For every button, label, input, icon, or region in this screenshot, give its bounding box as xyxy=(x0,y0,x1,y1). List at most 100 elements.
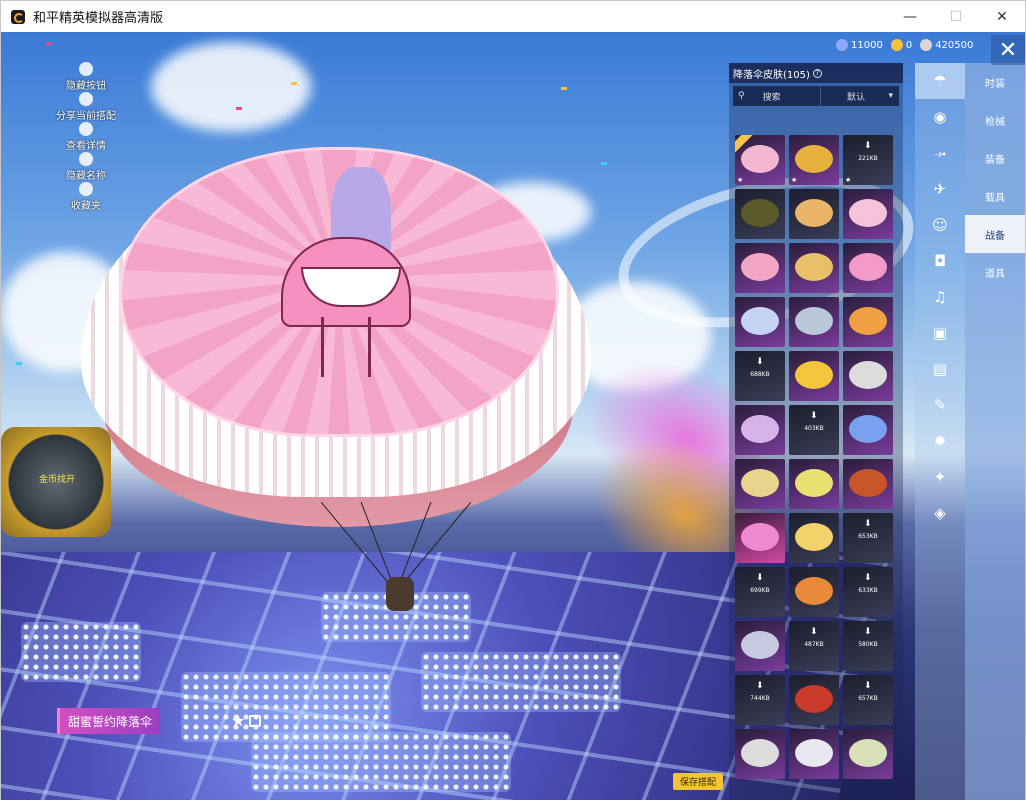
view-details-item[interactable]: 查看详情 xyxy=(51,122,121,152)
currency-shield: 420500 xyxy=(920,39,973,51)
sound-icon[interactable]: ♫ xyxy=(915,279,965,315)
close-icon[interactable]: ✕ xyxy=(991,35,1025,65)
skin-item[interactable] xyxy=(843,459,893,509)
skin-item[interactable] xyxy=(843,729,893,779)
skin-item[interactable] xyxy=(735,297,785,347)
skin-item[interactable] xyxy=(789,459,839,509)
skin-item[interactable]: ⬇ 653KB xyxy=(843,513,893,563)
parachute-thumbnail xyxy=(795,685,833,713)
export-icon[interactable] xyxy=(249,714,262,727)
tab-5[interactable]: 道具 xyxy=(965,253,1025,291)
view-details-label: 查看详情 xyxy=(66,141,106,152)
eye-icon[interactable]: ◉ xyxy=(915,99,965,135)
favorite-controls: ★ xyxy=(231,711,262,730)
search-row: ⚲ 搜索 默认 ▾ xyxy=(733,86,899,106)
help-icon[interactable]: ? xyxy=(812,68,822,78)
parachute-thumbnail xyxy=(849,739,887,767)
hide-buttons-item[interactable]: 隐藏按钮 xyxy=(51,62,121,92)
favorites-icon xyxy=(79,182,93,196)
skin-item[interactable] xyxy=(735,189,785,239)
tab-3[interactable]: 载具 xyxy=(965,177,1025,215)
coin-icon xyxy=(836,39,848,51)
skin-item[interactable]: ★ xyxy=(735,135,785,185)
skin-item[interactable] xyxy=(843,405,893,455)
skin-item[interactable] xyxy=(789,351,839,401)
hide-name-item[interactable]: 隐藏名称 xyxy=(51,152,121,182)
skin-item[interactable] xyxy=(735,513,785,563)
skin-item[interactable] xyxy=(789,567,839,617)
maximize-button[interactable]: ☐ xyxy=(933,1,979,32)
skin-item[interactable]: ⬇ 221KB ★ xyxy=(843,135,893,185)
skin-item[interactable] xyxy=(789,729,839,779)
gem-icon xyxy=(890,39,903,51)
robot-icon[interactable]: ◘ xyxy=(915,243,965,279)
window-title: 和平精英模拟器高清版 xyxy=(33,11,164,26)
skin-item[interactable] xyxy=(789,675,839,725)
tab-2[interactable]: 装备 xyxy=(965,139,1025,177)
glider-icon[interactable]: ⤞ xyxy=(915,135,965,171)
parachute-thumbnail xyxy=(795,307,833,335)
skin-item[interactable] xyxy=(789,243,839,293)
skin-item[interactable]: ⬇ 688KB xyxy=(735,351,785,401)
skin-item[interactable] xyxy=(789,513,839,563)
character-backpack xyxy=(386,577,414,611)
tab-1[interactable]: 枪械 xyxy=(965,101,1025,139)
skin-item[interactable] xyxy=(843,243,893,293)
plane-icon[interactable]: ✈ xyxy=(915,171,965,207)
skin-item[interactable] xyxy=(843,189,893,239)
download-size: 699KB xyxy=(750,587,770,594)
parachute-thumbnail xyxy=(795,253,833,281)
tab-0[interactable]: 时装 xyxy=(965,63,1025,101)
skin-item[interactable] xyxy=(789,297,839,347)
skin-item[interactable]: ★ xyxy=(789,135,839,185)
skin-item[interactable] xyxy=(735,405,785,455)
skin-item[interactable] xyxy=(789,189,839,239)
skin-item[interactable] xyxy=(843,351,893,401)
vehicle-icon[interactable]: ◈ xyxy=(915,495,965,531)
skin-item[interactable]: ⬇ 403KB xyxy=(789,405,839,455)
skin-item[interactable] xyxy=(735,243,785,293)
title-bar[interactable]: 和平精英模拟器高清版 — ☐ ✕ xyxy=(1,1,1025,32)
favorites-item[interactable]: 收藏夹 xyxy=(51,182,121,212)
tag-icon xyxy=(79,152,93,166)
skin-item[interactable]: ⬇ 657KB xyxy=(843,675,893,725)
download-size: 744KB xyxy=(750,695,770,702)
share-outfit-item[interactable]: 分享当前搭配 xyxy=(51,92,121,122)
star-icon[interactable]: ★ xyxy=(231,711,245,730)
skin-item[interactable]: ⬇ 744KB xyxy=(735,675,785,725)
left-toolbar: 隐藏按钮 分享当前搭配 查看详情 隐藏名称 收藏夹 xyxy=(51,62,121,212)
download-size: 580KB xyxy=(858,641,878,648)
share-outfit-label: 分享当前搭配 xyxy=(56,111,116,122)
parachute-icon[interactable]: ☂ xyxy=(915,63,965,99)
skin-item[interactable]: ⬇ 633KB xyxy=(843,567,893,617)
skin-item[interactable] xyxy=(843,297,893,347)
search-input[interactable]: ⚲ 搜索 xyxy=(733,86,821,106)
grenade-icon[interactable]: ✹ xyxy=(915,423,965,459)
close-window-button[interactable]: ✕ xyxy=(979,1,1025,32)
skin-item[interactable] xyxy=(735,621,785,671)
skin-item[interactable] xyxy=(735,459,785,509)
star-icon: ★ xyxy=(845,176,852,184)
wand-icon[interactable]: ✦ xyxy=(915,459,965,495)
panel-title: 降落伞皮肤(105) xyxy=(733,69,810,81)
parachute-preview[interactable] xyxy=(81,137,591,527)
download-icon: ⬇ xyxy=(864,627,872,637)
parachute-thumbnail xyxy=(849,253,887,281)
minimize-button[interactable]: — xyxy=(887,1,933,32)
tab-4[interactable]: 战备 xyxy=(965,215,1025,253)
panel-header: 降落伞皮肤(105) ? xyxy=(729,63,903,83)
parachute-thumbnail xyxy=(849,415,887,443)
picture-icon[interactable]: ▤ xyxy=(915,351,965,387)
skin-item[interactable]: ⬇ 699KB xyxy=(735,567,785,617)
skin-item[interactable]: ⬇ 580KB xyxy=(843,621,893,671)
parachute-thumbnail xyxy=(741,307,779,335)
skin-item[interactable]: ⬇ 487KB xyxy=(789,621,839,671)
frame-icon[interactable]: ▣ xyxy=(915,315,965,351)
save-outfit-button[interactable]: 保存搭配 xyxy=(673,773,723,790)
emote-icon[interactable]: ☺ xyxy=(915,207,965,243)
skin-item[interactable] xyxy=(735,729,785,779)
download-icon: ⬇ xyxy=(756,573,764,583)
sort-dropdown[interactable]: 默认 ▾ xyxy=(821,86,899,106)
game-viewport: 金币找开 隐藏按钮 分享当前搭配 查看详情 隐藏名称 收藏夹 11000 0 4… xyxy=(1,32,1025,800)
spray-icon[interactable]: ✎ xyxy=(915,387,965,423)
